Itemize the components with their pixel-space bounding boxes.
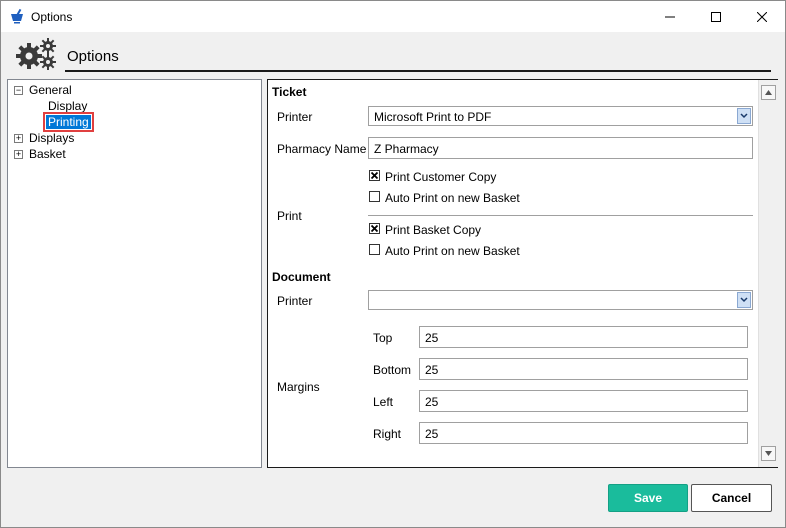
minimize-button[interactable] (647, 1, 693, 32)
options-window: Options Options − General Display Printi… (0, 0, 786, 528)
print-label: Print (277, 209, 302, 223)
mortar-pestle-icon (11, 8, 23, 24)
print-customer-copy-label[interactable]: Print Customer Copy (385, 170, 496, 184)
header-divider (65, 70, 771, 72)
tree-item-printing[interactable]: Printing (43, 112, 94, 132)
maximize-button[interactable] (693, 1, 739, 32)
margin-top-label: Top (373, 331, 393, 345)
tree-item-label: Basket (29, 147, 66, 161)
margin-bottom-input[interactable]: 25 (419, 358, 748, 380)
auto-print-customer-label[interactable]: Auto Print on new Basket (385, 191, 520, 205)
margin-left-input[interactable]: 25 (419, 390, 748, 412)
auto-print-customer-checkbox[interactable] (369, 191, 380, 202)
print-separator (368, 215, 753, 216)
pharmacy-name-label: Pharmacy Name (277, 142, 367, 156)
checkmark-icon (370, 224, 379, 233)
tree-item-label: Displays (29, 131, 75, 145)
vertical-scrollbar[interactable] (758, 80, 778, 467)
chevron-down-icon (740, 113, 748, 119)
expand-icon[interactable]: + (14, 150, 23, 159)
ticket-printer-select[interactable]: Microsoft Print to PDF (368, 106, 753, 126)
collapse-icon[interactable]: − (14, 86, 23, 95)
arrow-down-icon (765, 451, 772, 456)
margin-top-input[interactable]: 25 (419, 326, 748, 348)
print-customer-copy-checkbox[interactable] (369, 170, 380, 181)
margin-top-value: 25 (425, 331, 439, 345)
auto-print-basket-label[interactable]: Auto Print on new Basket (385, 244, 520, 258)
minimize-icon (665, 16, 675, 17)
margin-right-label: Right (373, 427, 402, 441)
window-title: Options (31, 10, 73, 24)
chevron-down-icon (740, 297, 748, 303)
title-bar[interactable]: Options (1, 1, 785, 32)
tree-item-label: Display (48, 99, 88, 113)
checkmark-icon (370, 171, 379, 180)
options-header: Options (1, 32, 785, 74)
save-button[interactable]: Save (608, 484, 688, 512)
pharmacy-name-input[interactable]: Z Pharmacy (368, 137, 753, 159)
gears-icon (16, 38, 56, 70)
arrow-up-icon (765, 90, 772, 95)
dropdown-button[interactable] (737, 292, 751, 308)
margin-left-label: Left (373, 395, 394, 409)
margin-bottom-value: 25 (425, 363, 439, 377)
cancel-button[interactable]: Cancel (691, 484, 772, 512)
auto-print-basket-checkbox[interactable] (369, 244, 380, 255)
margins-label: Margins (277, 380, 320, 394)
document-printer-select[interactable] (368, 290, 753, 310)
pharmacy-name-value: Z Pharmacy (374, 142, 439, 156)
close-button[interactable] (739, 1, 785, 32)
expand-icon[interactable]: + (14, 134, 23, 143)
printing-settings-panel[interactable]: Ticket Printer Microsoft Print to PDF Ph… (267, 79, 778, 468)
maximize-icon (711, 11, 721, 22)
scroll-up-button[interactable] (761, 85, 776, 100)
print-basket-copy-label[interactable]: Print Basket Copy (385, 223, 481, 237)
ticket-section-title: Ticket (272, 85, 307, 99)
print-basket-copy-checkbox[interactable] (369, 223, 380, 234)
ticket-printer-label: Printer (277, 110, 313, 124)
margin-right-value: 25 (425, 427, 439, 441)
ticket-printer-value: Microsoft Print to PDF (374, 110, 492, 124)
options-tree[interactable]: − General Display Printing + Displays + … (7, 79, 262, 468)
tree-item-display[interactable]: Display (48, 98, 87, 114)
dropdown-button[interactable] (737, 108, 751, 124)
margin-left-value: 25 (425, 395, 439, 409)
document-section-title: Document (272, 270, 331, 284)
scroll-down-button[interactable] (761, 446, 776, 461)
header-title: Options (67, 48, 119, 65)
tree-item-label: General (29, 83, 72, 97)
margin-bottom-label: Bottom (373, 363, 412, 377)
close-icon (757, 11, 767, 22)
document-printer-label: Printer (277, 294, 313, 308)
tree-item-label: Printing (43, 112, 94, 132)
margin-right-input[interactable]: 25 (419, 422, 748, 444)
